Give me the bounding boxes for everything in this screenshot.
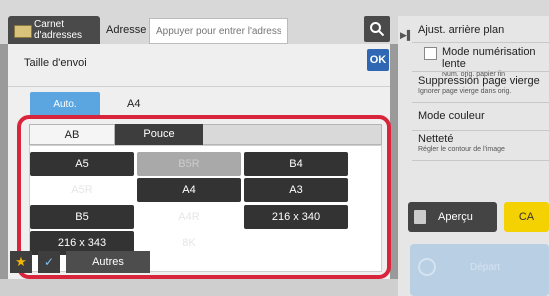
size-button-a5r: A5R <box>71 184 93 196</box>
divider <box>412 160 549 161</box>
current-size-value: A4 <box>127 98 141 110</box>
size-button-b4[interactable]: B4 <box>244 152 348 176</box>
address-book-button[interactable]: Carnet d'adresses <box>8 16 100 44</box>
tab-ab[interactable]: AB <box>29 124 115 145</box>
address-book-label: Carnet d'adresses <box>34 19 83 41</box>
preview-label: Aperçu <box>438 211 473 223</box>
preview-button[interactable]: Aperçu <box>408 202 497 232</box>
dialog-title: Taille d'envoi <box>24 57 87 69</box>
menu-sharpness[interactable]: Netteté Régler le contour de l'image <box>418 133 505 153</box>
search-icon <box>370 22 385 37</box>
divider <box>412 71 549 72</box>
preview-icon <box>414 210 426 224</box>
check-icon[interactable]: ✓ <box>38 251 60 273</box>
menu-background-adjust[interactable]: Ajust. arrière plan <box>418 24 504 36</box>
address-input[interactable] <box>149 18 288 44</box>
menu-item-subtitle: Ignorer page vierge dans orig. <box>418 88 512 95</box>
divider <box>412 130 549 131</box>
menu-item-title: Ajust. arrière plan <box>418 24 505 36</box>
menu-item-title: Mode numérisation lente <box>442 46 536 70</box>
size-button-216x340[interactable]: 216 x 340 <box>244 205 348 229</box>
divider <box>8 86 390 87</box>
size-button-a5[interactable]: A5 <box>30 152 134 176</box>
others-button[interactable]: Autres <box>66 251 150 273</box>
size-button-a3[interactable]: A3 <box>244 178 348 202</box>
clear-all-button[interactable]: CA <box>504 202 549 232</box>
address-book-icon <box>14 25 32 38</box>
size-button-b5r: B5R <box>137 152 241 176</box>
size-button-b5[interactable]: B5 <box>30 205 134 229</box>
size-button-a4r: A4R <box>178 211 200 223</box>
collapse-arrow-icon[interactable]: ▶▌ <box>400 30 413 41</box>
size-button-8k: 8K <box>182 237 196 249</box>
start-label: Départ <box>470 262 501 273</box>
ok-button[interactable]: OK <box>367 49 389 71</box>
menu-blank-page-skip[interactable]: Suppression page vierge Ignorer page vie… <box>418 75 540 95</box>
start-button[interactable]: Départ <box>410 244 549 296</box>
menu-item-title: Suppression page vierge <box>418 75 540 87</box>
tab-inch[interactable]: Pouce <box>115 124 203 145</box>
size-button-a4[interactable]: A4 <box>137 178 241 202</box>
menu-slow-scan[interactable]: Mode numérisation lente Num. orig. papie… <box>442 46 549 78</box>
menu-color-mode[interactable]: Mode couleur <box>418 110 485 122</box>
address-label: Adresse <box>106 24 147 36</box>
favorite-star-icon[interactable]: ★ <box>10 251 32 273</box>
start-icon <box>418 258 436 276</box>
menu-item-subtitle: Régler le contour de l'image <box>418 146 505 153</box>
divider <box>412 102 549 103</box>
slow-scan-checkbox[interactable] <box>424 47 437 60</box>
menu-item-title: Netteté <box>418 133 454 145</box>
search-button[interactable] <box>364 16 390 42</box>
divider <box>412 42 549 43</box>
bottom-strip <box>0 279 398 296</box>
menu-item-title: Mode couleur <box>418 110 485 122</box>
